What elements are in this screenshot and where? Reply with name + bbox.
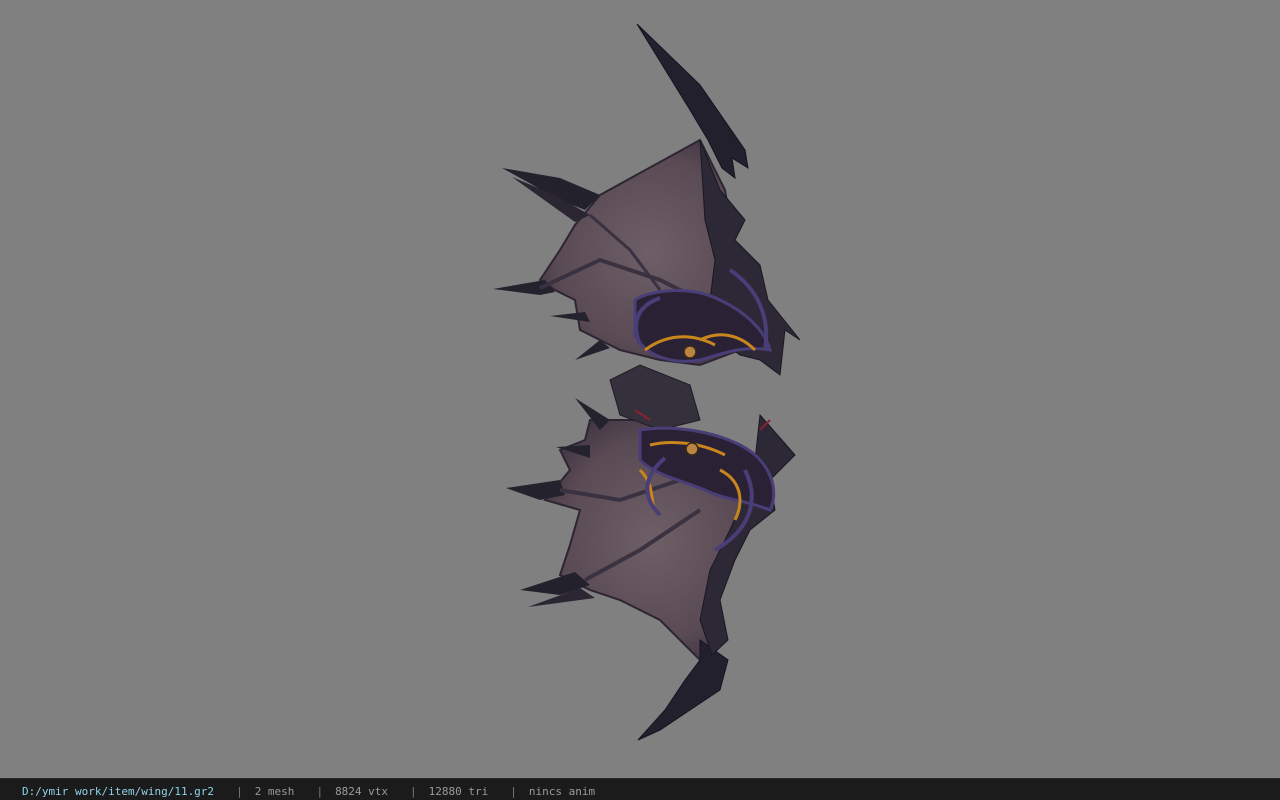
upper-claw-spike (550, 312, 590, 322)
lower-wing (506, 364, 796, 741)
vertex-count-label: 8824 vtx (335, 785, 389, 798)
mesh-count-label: 2 mesh (254, 785, 295, 798)
status-separator: | (316, 785, 324, 798)
status-separator: | (410, 785, 417, 798)
upper-wing (493, 23, 801, 376)
wing-model-render[interactable] (0, 0, 1280, 778)
lower-horn-spike (637, 639, 729, 741)
file-path-label: D:/ymir work/item/wing/11.gr2 (22, 785, 215, 798)
animation-status-label: nincs anim (528, 785, 596, 798)
model-viewport[interactable] (0, 0, 1280, 778)
status-separator: | (510, 785, 517, 798)
lower-ornament-gem (685, 442, 699, 456)
status-bar: D:/ymir work/item/wing/11.gr2 | 2 mesh |… (0, 778, 1280, 800)
triangle-count-label: 12880 tri (428, 785, 489, 798)
upper-ornament-gem (683, 345, 697, 359)
status-separator: | (236, 785, 243, 798)
